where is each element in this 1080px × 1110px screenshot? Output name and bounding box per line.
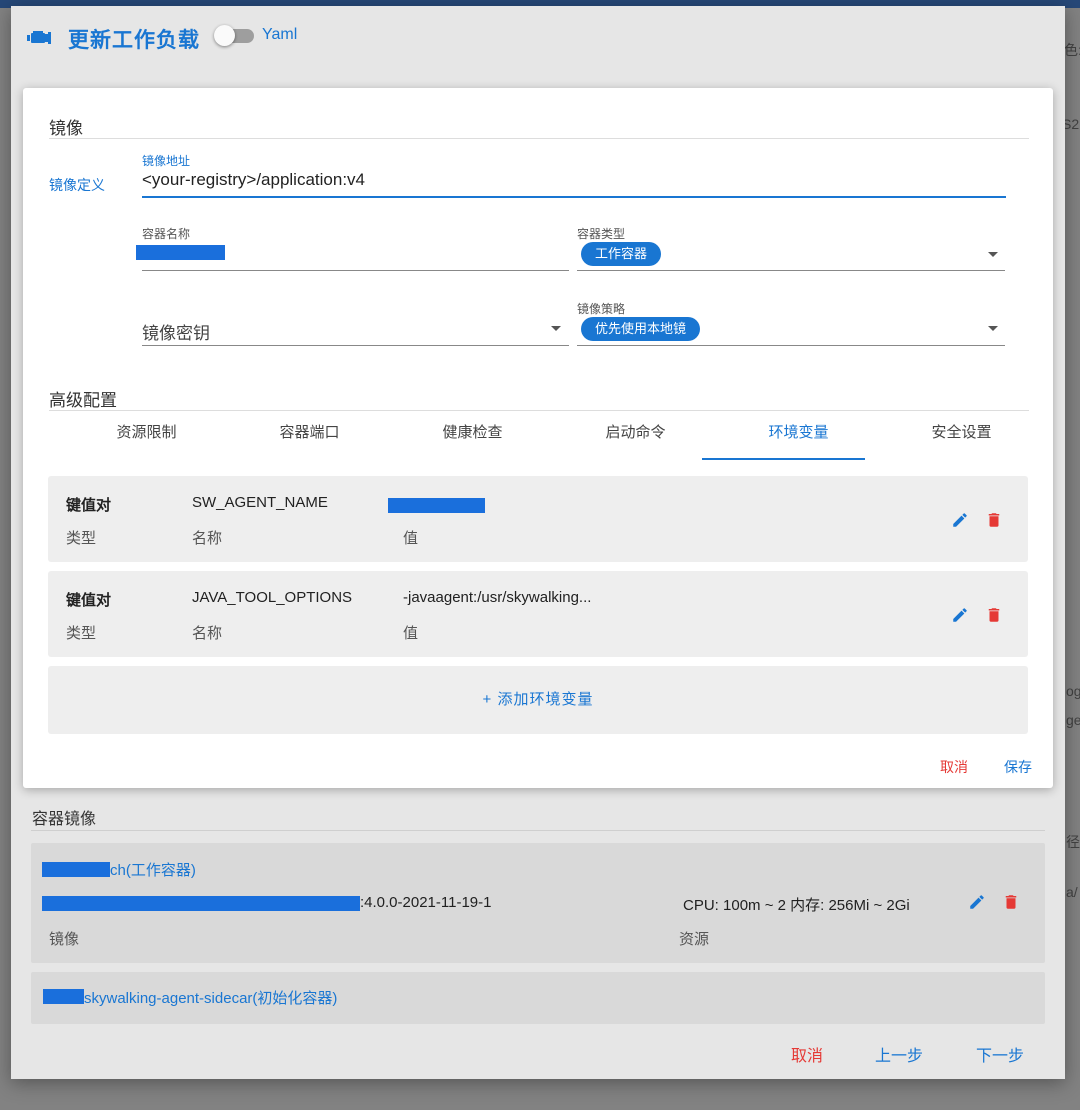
edit-icon[interactable]: [951, 606, 969, 624]
edit-icon[interactable]: [951, 511, 969, 529]
image-address-underline: [142, 196, 1006, 198]
chevron-down-icon[interactable]: [988, 326, 998, 331]
image-secret-underline: [142, 345, 569, 346]
tab-security-settings[interactable]: 安全设置: [880, 408, 1043, 460]
image-secret-select[interactable]: 镜像密钥: [142, 319, 210, 344]
env-value-label: 值: [403, 530, 419, 547]
image-address-input[interactable]: <your-registry>/application:v4: [142, 170, 365, 190]
yaml-toggle-label: Yaml: [262, 26, 298, 43]
env-var-card: 键值对 JAVA_TOOL_OPTIONS -javaagent:/usr/sk…: [48, 571, 1028, 657]
container-image-tag: :4.0.0-2021-11-19-1: [360, 894, 492, 911]
container-name-underline: [142, 270, 569, 271]
image-label: 镜像: [49, 931, 80, 948]
container-images-title: 容器镜像: [32, 811, 97, 828]
pull-policy-label: 镜像策略: [577, 302, 626, 316]
dialog-header: 更新工作负载 Yaml: [11, 6, 1065, 70]
redaction-block: [42, 896, 360, 911]
section-divider: [31, 830, 1045, 831]
yaml-toggle[interactable]: [214, 25, 254, 46]
advanced-tabs: 资源限制 容器端口 健康检查 启动命令 环境变量 安全设置: [65, 408, 1045, 460]
env-type-label: 类型: [66, 530, 97, 547]
previous-step-button[interactable]: 上一步: [875, 1042, 923, 1066]
redaction-block: [388, 498, 485, 513]
tab-health-check[interactable]: 健康检查: [391, 408, 554, 460]
toggle-thumb: [214, 25, 235, 46]
container-name[interactable]: skywalking-agent-sidecar(初始化容器): [84, 987, 337, 1008]
container-name-label: 容器名称: [142, 227, 191, 241]
redaction-block: [42, 862, 110, 877]
env-var-card: 键值对 SW_AGENT_NAME 类型 名称 值: [48, 476, 1028, 562]
pull-policy-underline: [577, 345, 1005, 346]
env-type: 键值对: [66, 497, 112, 514]
delete-icon[interactable]: [985, 511, 1003, 529]
chevron-down-icon[interactable]: [988, 252, 998, 257]
save-button[interactable]: 保存: [1004, 757, 1032, 777]
tab-container-ports[interactable]: 容器端口: [228, 408, 391, 460]
resources-label: 资源: [679, 931, 710, 948]
section-divider: [49, 138, 1029, 139]
redaction-block: [43, 989, 84, 1004]
chevron-down-icon[interactable]: [551, 326, 561, 331]
container-image-card: skywalking-agent-sidecar(初始化容器): [31, 972, 1045, 1024]
env-type-label: 类型: [66, 625, 97, 642]
image-section-title: 镜像: [49, 119, 83, 138]
cancel-button[interactable]: 取消: [940, 757, 968, 777]
container-edit-card: 镜像 镜像定义 镜像地址 <your-registry>/application…: [23, 88, 1053, 788]
container-image-card: ch(工作容器) :4.0.0-2021-11-19-1 CPU: 100m ~…: [31, 843, 1045, 963]
container-type-chip: 工作容器: [581, 242, 662, 266]
env-name: JAVA_TOOL_OPTIONS: [192, 589, 353, 606]
tab-resource-limits[interactable]: 资源限制: [65, 408, 228, 460]
next-step-button[interactable]: 下一步: [976, 1042, 1024, 1066]
env-name-label: 名称: [192, 625, 223, 642]
active-tab-indicator: [702, 458, 865, 460]
redaction-block: [136, 245, 225, 260]
env-type: 键值对: [66, 592, 112, 609]
delete-icon[interactable]: [985, 606, 1003, 624]
image-address-label: 镜像地址: [142, 154, 191, 168]
container-type-label: 容器类型: [577, 227, 626, 241]
dialog-title: 更新工作负载: [68, 29, 200, 52]
env-value: -javaagent:/usr/skywalking...: [403, 589, 592, 606]
delete-icon[interactable]: [1002, 893, 1020, 911]
env-name-label: 名称: [192, 530, 223, 547]
tab-env-vars[interactable]: 环境变量: [717, 408, 880, 460]
env-name: SW_AGENT_NAME: [192, 494, 328, 511]
container-name[interactable]: ch(工作容器): [110, 859, 196, 880]
env-value-label: 值: [403, 625, 419, 642]
footer-cancel-button[interactable]: 取消: [791, 1042, 823, 1066]
container-resources: CPU: 100m ~ 2 内存: 256Mi ~ 2Gi: [683, 897, 910, 914]
engine-icon: [27, 31, 51, 44]
container-type-underline: [577, 270, 1005, 271]
image-definition-label: 镜像定义: [49, 177, 105, 193]
tab-startup-command[interactable]: 启动命令: [554, 408, 717, 460]
edit-icon[interactable]: [968, 893, 986, 911]
add-env-var-button[interactable]: + 添加环境变量: [48, 666, 1028, 734]
pull-policy-chip: 优先使用本地镜: [581, 317, 701, 341]
update-workload-dialog: 更新工作负载 Yaml 镜像 镜像定义 镜像地址 <your-registry>…: [11, 6, 1065, 1079]
